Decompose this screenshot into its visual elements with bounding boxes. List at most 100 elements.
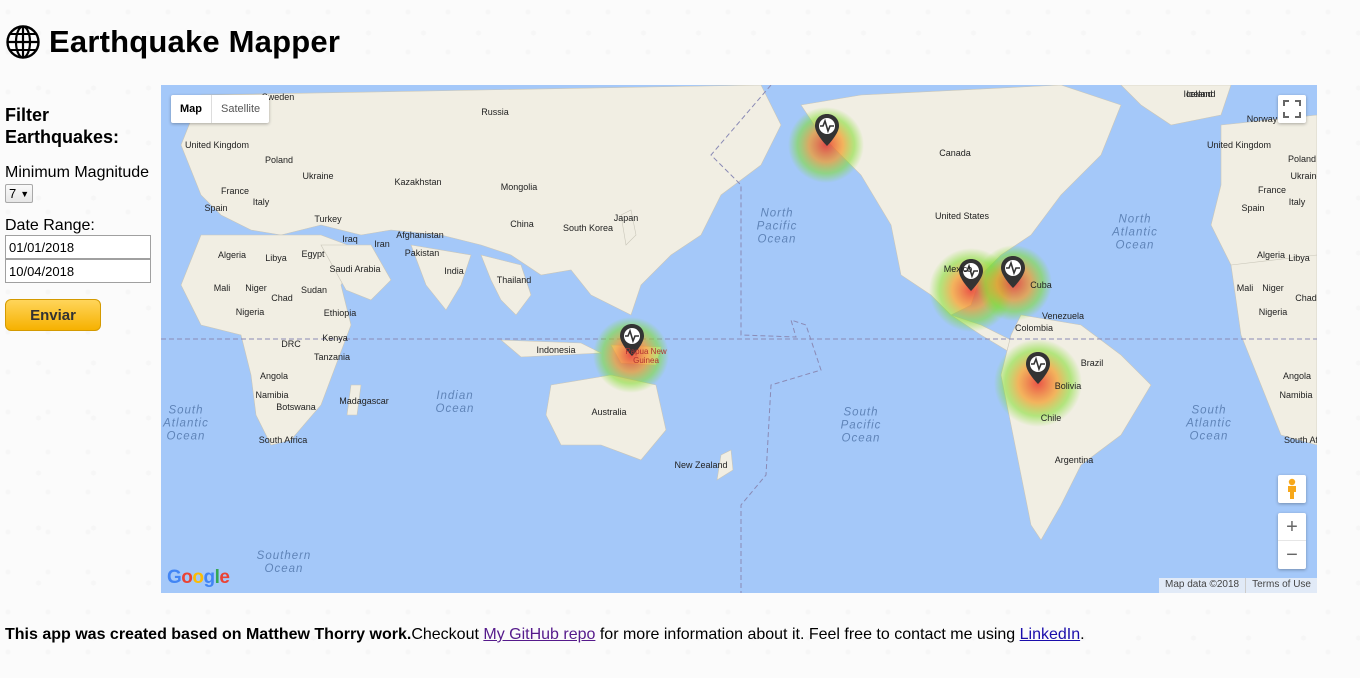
place-label: Libya bbox=[265, 253, 287, 263]
fullscreen-icon bbox=[1283, 100, 1301, 118]
ocean-label: South Atlantic Ocean bbox=[163, 404, 209, 443]
place-label: Kazakhstan bbox=[394, 177, 442, 187]
place-label: Tanzania bbox=[313, 352, 351, 362]
footer-text: Checkout bbox=[411, 626, 484, 643]
ocean-label: South Atlantic Ocean bbox=[1186, 404, 1232, 443]
place-label: Madagascar bbox=[339, 396, 389, 406]
place-label: South Korea bbox=[562, 223, 614, 233]
dropdown-arrow-icon: ▼ bbox=[20, 188, 30, 199]
place-label: Italy bbox=[252, 197, 270, 207]
place-label: India bbox=[444, 266, 464, 276]
date-range-label: Date Range: bbox=[5, 217, 95, 234]
terms-of-use-link[interactable]: Terms of Use bbox=[1245, 578, 1317, 593]
footer-text: . bbox=[1080, 626, 1085, 643]
earthquake-marker-icon[interactable] bbox=[1025, 351, 1051, 390]
place-label: Namibia bbox=[255, 390, 289, 400]
place-label: Colombia bbox=[1014, 323, 1054, 333]
map-attribution: Map data ©2018 Terms of Use bbox=[1159, 578, 1317, 593]
place-label: Ethiopia bbox=[323, 308, 357, 318]
place-label: Mali bbox=[1236, 283, 1254, 293]
google-logo: Google bbox=[167, 567, 230, 588]
ocean-label: Southern Ocean bbox=[256, 550, 312, 575]
place-label: Japan bbox=[613, 213, 639, 223]
filter-heading: Filter Earthquakes: bbox=[5, 104, 155, 148]
place-label: Indonesia bbox=[536, 345, 576, 355]
place-label: Algeria bbox=[217, 250, 247, 260]
place-label: Ukraine bbox=[1290, 171, 1317, 181]
place-label: Angola bbox=[259, 371, 289, 381]
place-label: Chad bbox=[1295, 293, 1317, 303]
place-label: China bbox=[510, 219, 534, 229]
place-label: Chile bbox=[1040, 413, 1062, 423]
page-title: Earthquake Mapper bbox=[49, 24, 341, 59]
place-label: Afghanistan bbox=[396, 230, 444, 240]
ocean-label: North Pacific Ocean bbox=[756, 207, 798, 246]
magnitude-value: 7 bbox=[9, 186, 17, 201]
ocean-label: South Pacific Ocean bbox=[840, 406, 882, 445]
earthquake-marker-icon[interactable] bbox=[1000, 255, 1026, 294]
place-label: Nigeria bbox=[235, 307, 265, 317]
place-label: Russia bbox=[481, 107, 509, 117]
magnitude-label: Minimum Magnitude bbox=[5, 164, 150, 181]
place-label: France bbox=[220, 186, 250, 196]
place-label: Iran bbox=[374, 239, 390, 249]
place-label: Turkey bbox=[314, 214, 342, 224]
place-label: Saudi Arabia bbox=[329, 264, 381, 274]
footer-bold-text: This app was created based on Matthew Th… bbox=[5, 626, 412, 643]
place-label: Mexico bbox=[943, 264, 973, 274]
place-label: DRC bbox=[281, 339, 301, 349]
zoom-out-button[interactable]: − bbox=[1278, 541, 1306, 569]
fullscreen-button[interactable] bbox=[1278, 95, 1306, 123]
place-label: Australia bbox=[591, 407, 627, 417]
date-from-input[interactable] bbox=[5, 235, 151, 259]
earthquake-marker-icon[interactable] bbox=[814, 113, 840, 152]
place-label: Namibia bbox=[1279, 390, 1313, 400]
filter-sidebar: Filter Earthquakes: Minimum Magnitude 7 … bbox=[5, 104, 155, 331]
place-label: New Zealand bbox=[674, 460, 728, 470]
map-type-map-button[interactable]: Map bbox=[171, 95, 212, 123]
street-view-pegman[interactable] bbox=[1278, 475, 1306, 503]
place-label: Kenya bbox=[322, 333, 348, 343]
filter-heading-line1: Filter bbox=[5, 105, 50, 125]
magnitude-select[interactable]: 7 ▼ bbox=[5, 184, 34, 203]
place-label: Botswana bbox=[276, 402, 316, 412]
place-label: Poland bbox=[1287, 154, 1317, 164]
place-label: South Af bbox=[1283, 435, 1317, 445]
place-label: Mali bbox=[213, 283, 231, 293]
zoom-control: + − bbox=[1278, 513, 1306, 569]
footer-text: for more information about it. Feel free… bbox=[595, 626, 1020, 643]
place-label: Bolivia bbox=[1054, 381, 1082, 391]
place-label: Libya bbox=[1288, 253, 1310, 263]
place-label: Iraq bbox=[342, 234, 358, 244]
place-label: Spain bbox=[1241, 203, 1265, 213]
linkedin-link[interactable]: LinkedIn bbox=[1020, 626, 1081, 643]
place-label: Norway bbox=[1246, 114, 1278, 124]
place-label: Mongolia bbox=[500, 182, 538, 192]
map-canvas[interactable]: North Pacific Ocean North Atlantic Ocean Sou… bbox=[161, 85, 1317, 593]
place-label: France bbox=[1257, 185, 1287, 195]
ocean-label: North Atlantic Ocean bbox=[1112, 213, 1158, 252]
place-label: Poland bbox=[264, 155, 294, 165]
place-label: Egypt bbox=[301, 249, 325, 259]
place-label: Chad bbox=[271, 293, 293, 303]
place-label: Angola bbox=[1282, 371, 1312, 381]
place-label: United Kingdom bbox=[1206, 140, 1272, 150]
ocean-label: Indian Ocean bbox=[435, 390, 475, 415]
map-type-satellite-button[interactable]: Satellite bbox=[212, 95, 269, 123]
submit-button[interactable]: Enviar bbox=[5, 299, 101, 331]
date-to-input[interactable] bbox=[5, 259, 151, 283]
place-label: Algeria bbox=[1256, 250, 1286, 260]
place-label: Sudan bbox=[300, 285, 328, 295]
place-label: Papua New Guinea bbox=[625, 347, 667, 365]
place-label: South Africa bbox=[258, 435, 308, 445]
app-header: Earthquake Mapper bbox=[5, 24, 340, 60]
place-label: Thailand bbox=[496, 275, 532, 285]
place-label: Canada bbox=[939, 148, 971, 158]
zoom-in-button[interactable]: + bbox=[1278, 513, 1306, 541]
github-link[interactable]: My GitHub repo bbox=[483, 626, 595, 643]
place-label: Spain bbox=[204, 203, 228, 213]
place-label: Niger bbox=[245, 283, 267, 293]
pegman-icon bbox=[1288, 478, 1296, 499]
place-label: Argentina bbox=[1054, 455, 1094, 465]
footer: This app was created based on Matthew Th… bbox=[5, 626, 1085, 644]
